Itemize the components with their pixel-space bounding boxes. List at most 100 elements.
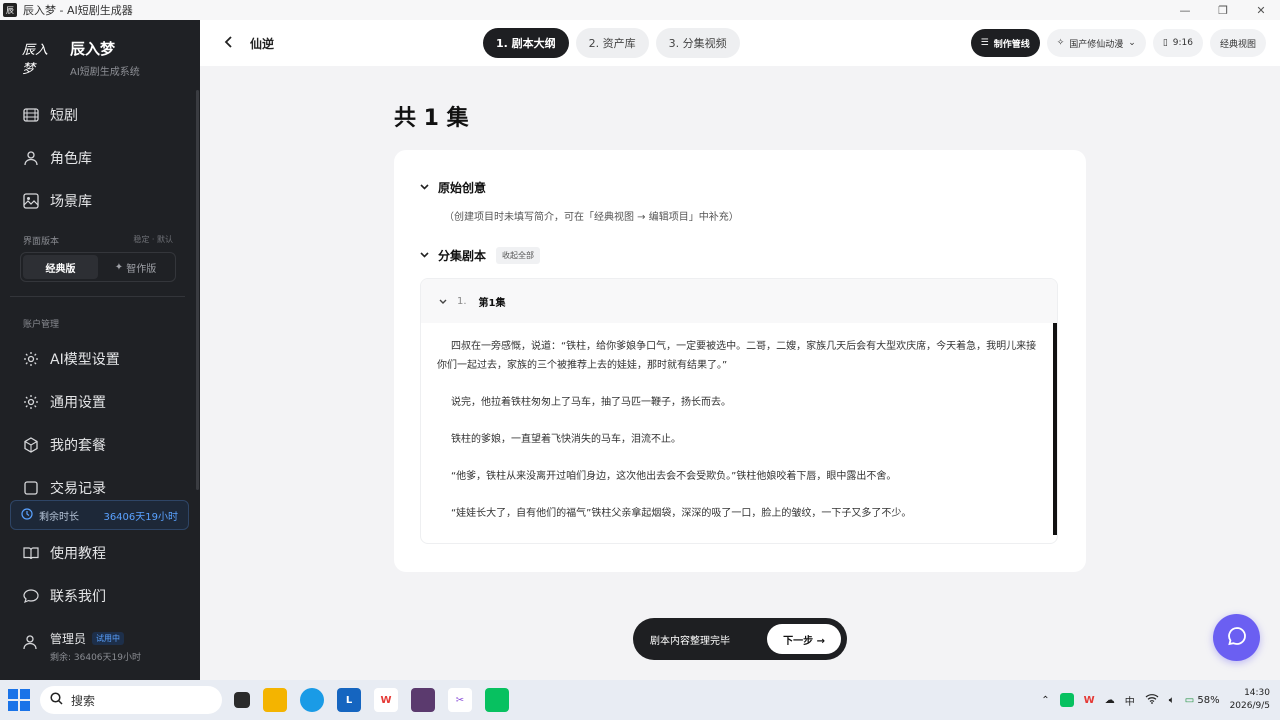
original-idea-hint: （创建项目时未填写简介，可在「经典视图 → 编辑项目」中补充） (444, 212, 739, 223)
clock-icon (21, 507, 33, 523)
close-button[interactable]: ✕ (1242, 0, 1280, 20)
sidebar-item-label: 联系我们 (50, 589, 106, 605)
sidebar-item-label: 场景库 (50, 194, 92, 210)
sidebar-item-characters[interactable]: 角色库 (22, 148, 92, 168)
script-scrollbar[interactable] (1053, 323, 1057, 535)
snipping-tool-icon[interactable]: ✂ (448, 688, 472, 712)
sidebar-scrollbar[interactable] (196, 90, 199, 490)
next-step-button[interactable]: 下一步 → (767, 624, 841, 654)
brand-logo: 辰入梦 (22, 43, 49, 77)
version-switch: 经典版 ✦ 智作版 (20, 252, 176, 282)
original-idea-label: 原始创意 (438, 181, 487, 195)
sidebar-divider (10, 296, 185, 297)
app-blue-icon[interactable]: L (337, 688, 361, 712)
tab-asset-library[interactable]: 2. 资产库 (575, 28, 649, 58)
classic-view-button[interactable]: 经典视图 (1209, 29, 1266, 57)
file-explorer-icon[interactable] (263, 688, 287, 712)
episode-title: 第1集 (478, 297, 506, 309)
user-name: 管理员 (50, 632, 87, 646)
version-option-classic[interactable]: 经典版 (23, 255, 98, 279)
clock-time: 14:30 (1244, 688, 1270, 698)
sidebar-item-label: 短剧 (50, 108, 78, 124)
pipeline-button[interactable]: ☰ 制作管线 (970, 29, 1040, 57)
edge-browser-icon[interactable] (300, 688, 324, 712)
remaining-value: 36406天19小时 (103, 511, 178, 523)
phone-icon: ▯ (1162, 38, 1168, 48)
sidebar-item-dramas[interactable]: 短剧 (22, 105, 78, 125)
wifi-icon[interactable] (1145, 693, 1159, 707)
episode-script-text[interactable]: 四叔在一旁感慨，说道：“铁柱，给你爹娘争口气，一定要被选中。二哥，二嫂，家族几天… (421, 323, 1055, 543)
user-profile[interactable]: 管理员 试用中 剩余: 36406天19小时 (22, 630, 141, 663)
battery-percent: 58% (1197, 694, 1220, 706)
taskbar-clock[interactable]: 14:30 2026/9/5 (1230, 687, 1270, 713)
script-paragraph: 铁柱的爹娘，一直望着飞快消失的马车，泪流不止。 (451, 434, 681, 445)
wechat-icon[interactable] (485, 688, 509, 712)
chevron-down-icon: ⌄ (1128, 38, 1136, 48)
collapse-all-button[interactable]: 收起全部 (496, 247, 541, 264)
chevron-up-icon[interactable]: ⌃ (1041, 695, 1049, 706)
person-icon (22, 149, 40, 167)
episodes-section-label: 分集剧本 (438, 249, 487, 263)
sidebar-item-scenes[interactable]: 场景库 (22, 191, 92, 211)
menu-lines-icon: ☰ (980, 38, 989, 48)
sidebar-item-my-plan[interactable]: 我的套餐 (22, 435, 106, 455)
version-label: 界面版本 (23, 237, 60, 247)
remaining-label: 剩余时长 (39, 511, 79, 523)
taskbar-search[interactable]: 搜索 (40, 686, 222, 714)
episodes-section-header[interactable]: 分集剧本 收起全部 (420, 247, 541, 264)
chevron-down-icon (439, 296, 447, 307)
sidebar-item-label: 通用设置 (50, 395, 106, 411)
brand-subtitle: AI短剧生成系统 (70, 67, 140, 78)
battery-icon: ▭ (1184, 694, 1195, 706)
back-arrow-icon[interactable] (220, 33, 238, 51)
maximize-button[interactable]: ❐ (1204, 0, 1242, 20)
box-icon (22, 436, 40, 454)
chevron-down-icon (420, 251, 432, 261)
sidebar-item-tutorial[interactable]: 使用教程 (22, 543, 106, 563)
taskview-icon[interactable] (234, 692, 250, 708)
episode-header[interactable]: 1. 第1集 (421, 279, 1057, 323)
receipt-icon (22, 479, 40, 497)
style-dropdown[interactable]: ✧ 国产修仙动漫 ⌄ (1046, 29, 1146, 57)
chat-fab-button[interactable] (1213, 614, 1260, 661)
script-paragraph: 四叔在一旁感慨，说道：“铁柱，给你爹娘争口气，一定要被选中。二哥，二嫂，家族几天… (437, 341, 1037, 371)
ratio-button[interactable]: ▯ 9:16 (1152, 29, 1203, 57)
sidebar-item-general-settings[interactable]: 通用设置 (22, 392, 106, 412)
cloud-icon[interactable]: ☁ (1105, 695, 1115, 706)
clock-date: 2026/9/5 (1229, 701, 1270, 711)
wechat-tray-icon[interactable] (1059, 693, 1074, 707)
step-tabs: 1. 剧本大纲 2. 资产库 3. 分集视频 (483, 28, 740, 58)
app-game-icon[interactable] (411, 688, 435, 712)
wps-icon[interactable]: W (374, 688, 398, 712)
tab-script-outline[interactable]: 1. 剧本大纲 (483, 28, 569, 58)
script-paragraph: “他爹，铁柱从来没离开过咱们身边，这次他出去会不会受欺负。”铁柱他娘咬着下唇，眼… (451, 471, 897, 482)
volume-icon[interactable]: 🔈︎ (1169, 695, 1175, 706)
chat-icon (22, 587, 40, 605)
page-title: 共 1 集 (394, 106, 469, 131)
battery-indicator[interactable]: ▭ 58% (1185, 695, 1220, 706)
window-title: 辰入梦 - AI短剧生成器 (23, 4, 133, 17)
account-section-label: 账户管理 (23, 320, 60, 330)
version-option-smart-label: 智作版 (126, 263, 157, 275)
remaining-time: 剩余时长 36406天19小时 (10, 500, 189, 530)
wps-tray-icon[interactable]: W (1084, 695, 1095, 706)
windows-start-icon[interactable] (8, 689, 30, 711)
input-method[interactable]: 中 (1125, 693, 1135, 708)
version-option-smart[interactable]: ✦ 智作版 (98, 255, 173, 279)
sidebar-item-label: AI模型设置 (50, 352, 120, 368)
sidebar-item-label: 我的套餐 (50, 438, 106, 454)
style-label: 国产修仙动漫 (1069, 39, 1124, 50)
sidebar-item-transactions[interactable]: 交易记录 (22, 478, 106, 498)
brand[interactable]: 辰入梦 辰入梦 AI短剧生成系统 (22, 38, 140, 78)
gear-icon (22, 350, 40, 368)
script-paragraph: 说完，他拉着铁柱匆匆上了马车，抽了马匹一鞭子，扬长而去。 (451, 397, 731, 408)
sidebar-item-contact[interactable]: 联系我们 (22, 586, 106, 606)
original-idea-header[interactable]: 原始创意 (420, 179, 486, 196)
tab-episode-video[interactable]: 3. 分集视频 (655, 28, 740, 58)
os-taskbar: 搜索 L W ✂ ⌃ W ☁ 中 🔈︎ ▭ 58% 14:30 2026/9/5 (0, 680, 1280, 720)
sidebar-item-ai-model[interactable]: AI模型设置 (22, 349, 120, 369)
brand-name: 辰入梦 (70, 40, 116, 58)
minimize-button[interactable]: — (1166, 0, 1204, 20)
bottom-action-bar: 剧本内容整理完毕 下一步 → (633, 618, 847, 660)
search-icon (50, 692, 63, 708)
